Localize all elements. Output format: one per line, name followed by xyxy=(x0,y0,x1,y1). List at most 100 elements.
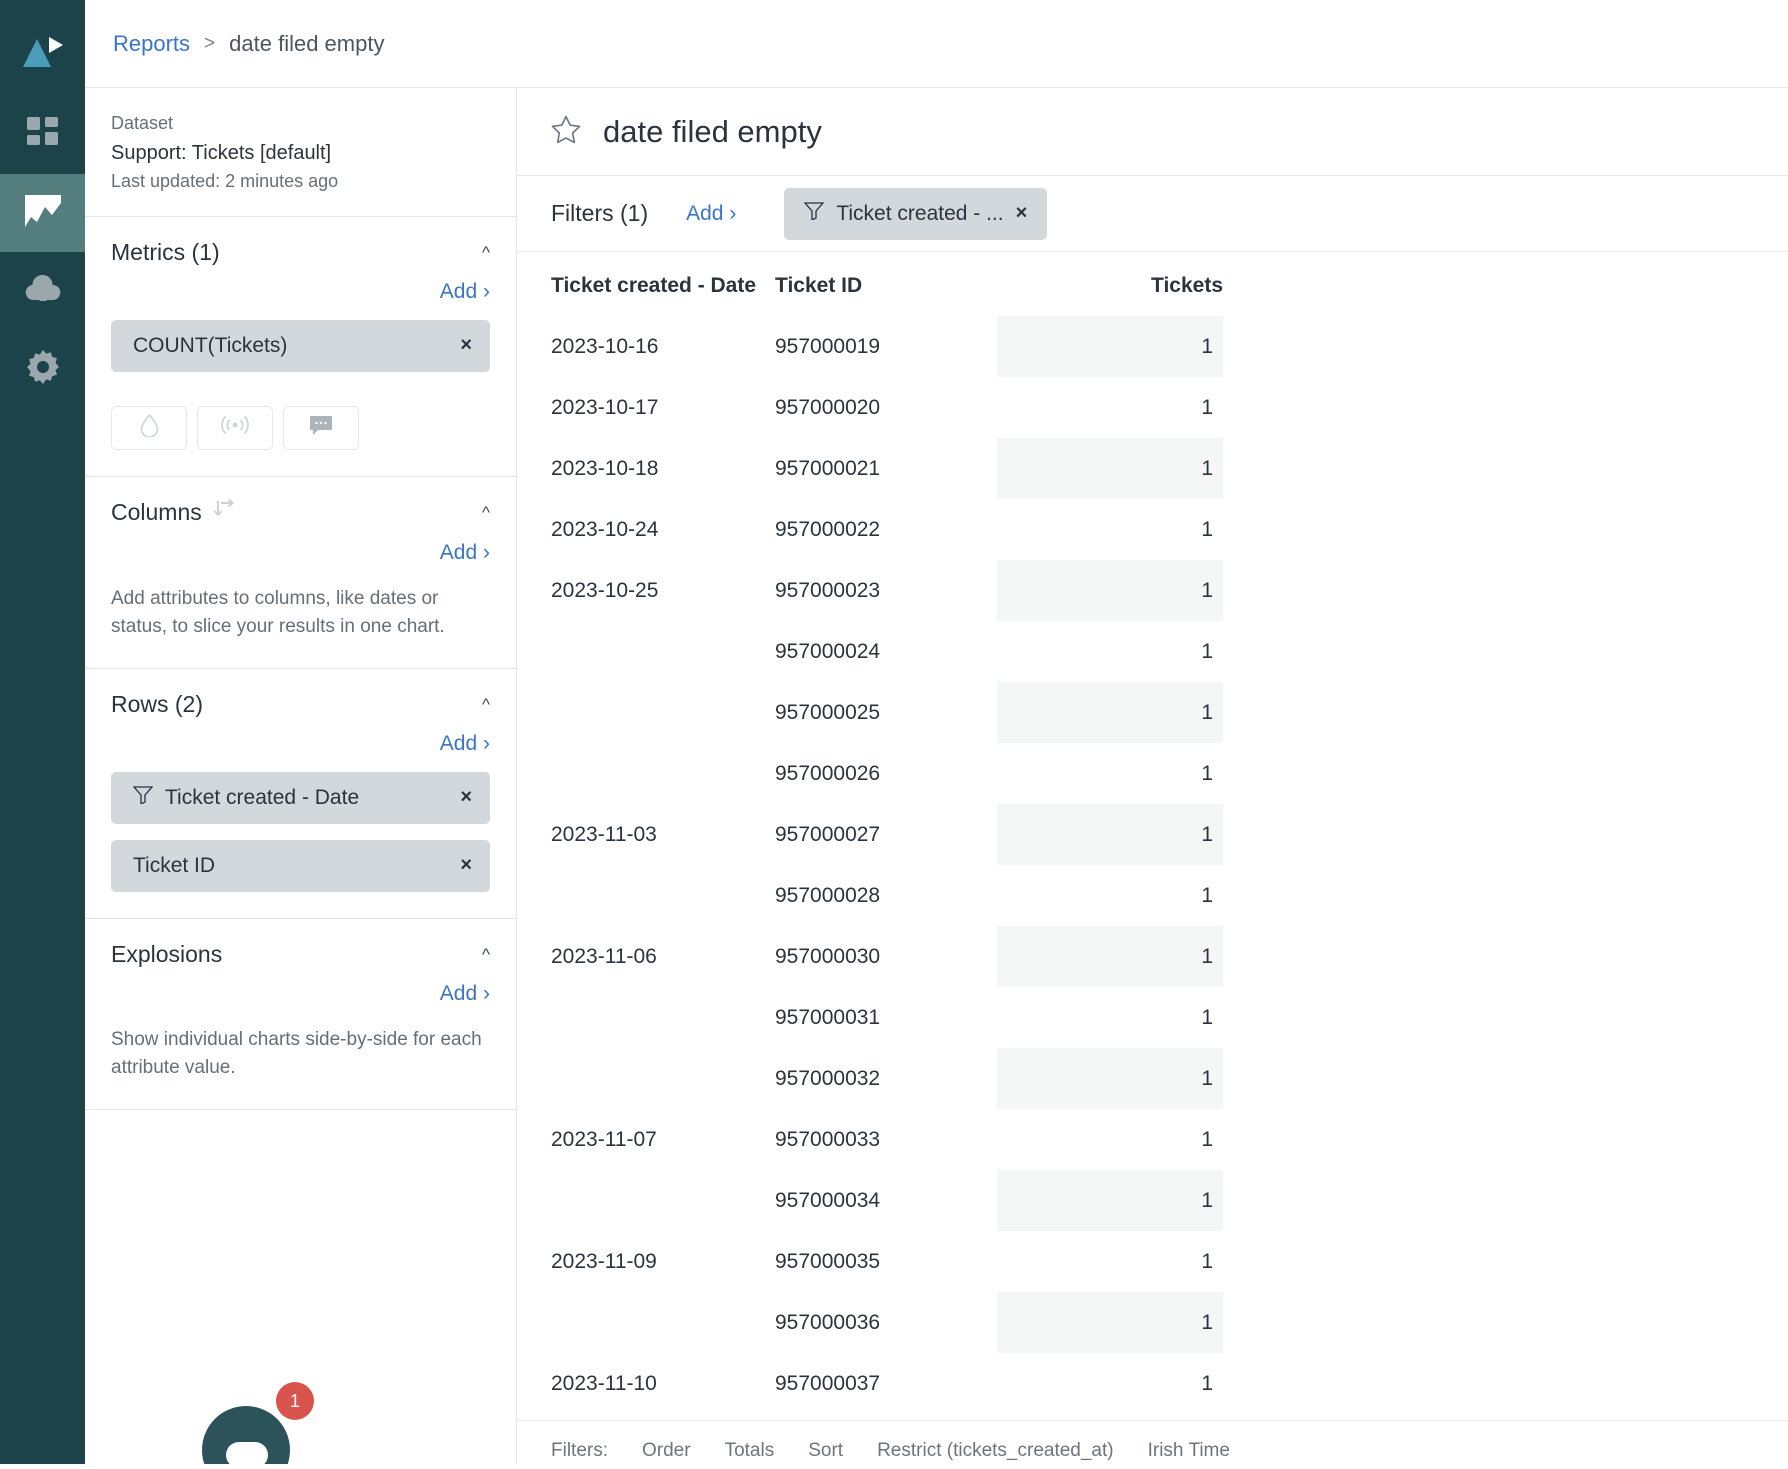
filters-add-button[interactable]: Add › xyxy=(686,202,736,226)
status-bar-item[interactable]: Irish Time xyxy=(1148,1440,1230,1462)
chevron-up-icon[interactable]: ^ xyxy=(482,946,490,963)
cell-ticket-id: 957000026 xyxy=(775,761,881,785)
cell-date: 2023-10-17 xyxy=(551,395,659,419)
cell-ticket-id: 957000025 xyxy=(775,700,881,724)
status-bar-item[interactable]: Sort xyxy=(808,1440,843,1462)
metric-chip[interactable]: COUNT(Tickets) × xyxy=(111,319,490,372)
cell-ticket-id: 957000034 xyxy=(775,1188,881,1212)
broadcast-button[interactable] xyxy=(197,405,273,450)
table-header-row: Ticket created - Date Ticket ID Tickets xyxy=(551,252,1223,316)
filter-chip-ticket-created[interactable]: Ticket created - ... × xyxy=(784,187,1048,240)
chevron-up-icon[interactable]: ^ xyxy=(482,504,490,521)
columns-hint: Add attributes to columns, like dates or… xyxy=(111,587,445,638)
close-icon[interactable]: × xyxy=(460,854,472,877)
chevron-up-icon[interactable]: ^ xyxy=(482,244,490,261)
table-row[interactable]: 2023-11-09 957000035 1 xyxy=(551,1231,1223,1292)
droplet-button[interactable] xyxy=(111,405,187,450)
table-row[interactable]: 957000026 1 xyxy=(551,743,1223,804)
sidebar-item-uploads[interactable] xyxy=(0,252,85,330)
status-bar-item[interactable]: Order xyxy=(642,1440,691,1462)
table-row[interactable]: 2023-10-18 957000021 1 xyxy=(551,438,1223,499)
cell-tickets-value: 1 xyxy=(997,438,1223,499)
cloud-upload-icon xyxy=(24,274,62,309)
table-row[interactable]: 2023-11-10 957000037 1 xyxy=(551,1353,1223,1414)
column-header-ticket-id[interactable]: Ticket ID xyxy=(775,252,997,316)
status-bar-item[interactable]: Totals xyxy=(725,1440,775,1462)
cell-date xyxy=(551,743,775,804)
cell-ticket-id: 957000021 xyxy=(775,456,881,480)
table-row[interactable]: 957000028 1 xyxy=(551,865,1223,926)
body-row: Dataset Support: Tickets [default] Last … xyxy=(85,88,1788,1469)
rows-title: Rows (2) xyxy=(111,690,204,717)
dataset-block[interactable]: Dataset Support: Tickets [default] Last … xyxy=(85,88,516,217)
table-row[interactable]: 957000025 1 xyxy=(551,682,1223,743)
chat-unread-badge: 1 xyxy=(276,1382,314,1420)
app-logo[interactable] xyxy=(0,16,85,88)
columns-section: Columns ^ Add › Add attributes to column… xyxy=(85,477,516,669)
columns-add-button[interactable]: Add › xyxy=(111,541,490,565)
star-outline-icon[interactable] xyxy=(551,115,581,149)
main-area: Reports > date filed empty Dataset Suppo… xyxy=(85,0,1788,1469)
table-row[interactable]: 957000031 1 xyxy=(551,987,1223,1048)
breadcrumb-separator: > xyxy=(204,32,216,54)
column-header-date[interactable]: Ticket created - Date xyxy=(551,252,775,316)
status-bar-item[interactable]: Restrict (tickets_created_at) xyxy=(877,1440,1114,1462)
status-bar: Filters: Order Totals Sort Restrict (tickets… xyxy=(517,1420,1788,1464)
cell-tickets-value: 1 xyxy=(997,926,1223,987)
cell-tickets-value: 1 xyxy=(1201,395,1213,419)
table-row[interactable]: 957000036 1 xyxy=(551,1292,1223,1353)
chevron-up-icon[interactable]: ^ xyxy=(482,696,490,713)
cell-tickets-value: 1 xyxy=(1201,517,1213,541)
table-row[interactable]: 957000024 1 xyxy=(551,621,1223,682)
comment-button[interactable] xyxy=(283,405,359,450)
cell-tickets-value: 1 xyxy=(1201,883,1213,907)
droplet-icon xyxy=(140,413,159,442)
row-chip-id[interactable]: Ticket ID × xyxy=(111,839,490,892)
breadcrumb-reports-link[interactable]: Reports xyxy=(113,31,190,57)
cell-ticket-id: 957000035 xyxy=(775,1249,881,1273)
cell-date xyxy=(551,1292,775,1353)
table-row[interactable]: 2023-10-16 957000019 1 xyxy=(551,316,1223,377)
table-row[interactable]: 2023-10-17 957000020 1 xyxy=(551,377,1223,438)
explosions-add-button[interactable]: Add › xyxy=(111,982,490,1006)
cell-date xyxy=(551,621,775,682)
table-row[interactable]: 2023-10-24 957000022 1 xyxy=(551,499,1223,560)
row-chip-date[interactable]: Ticket created - Date × xyxy=(111,771,490,824)
metric-tool-buttons xyxy=(111,405,490,450)
close-icon[interactable]: × xyxy=(1016,202,1028,225)
filters-bar: Filters (1) Add › Ticket created - ... × xyxy=(517,176,1788,252)
dataset-updated: Last updated: 2 minutes ago xyxy=(111,170,339,191)
row-chip-id-label: Ticket ID xyxy=(133,853,216,877)
cell-tickets-value: 1 xyxy=(997,1170,1223,1231)
sidebar-item-reports[interactable] xyxy=(0,174,85,252)
table-row[interactable]: 2023-10-25 957000023 1 xyxy=(551,560,1223,621)
cell-date: 2023-10-16 xyxy=(551,334,659,358)
cell-date: 2023-10-18 xyxy=(551,456,659,480)
cell-date: 2023-10-25 xyxy=(551,578,659,602)
transpose-icon[interactable] xyxy=(212,498,236,527)
chat-widget-button[interactable]: 1 xyxy=(198,1380,320,1469)
table-row[interactable]: 2023-11-07 957000033 1 xyxy=(551,1109,1223,1170)
table-row[interactable]: 2023-11-06 957000030 1 xyxy=(551,926,1223,987)
metrics-add-button[interactable]: Add › xyxy=(111,280,490,304)
column-header-tickets[interactable]: Tickets xyxy=(997,252,1223,316)
cell-tickets-value: 1 xyxy=(997,804,1223,865)
table-row[interactable]: 957000032 1 xyxy=(551,1048,1223,1109)
cell-date: 2023-11-10 xyxy=(551,1371,657,1395)
dataset-name: Support: Tickets [default] xyxy=(111,141,332,164)
table-row[interactable]: 2023-11-03 957000027 1 xyxy=(551,804,1223,865)
sidebar-item-dashboards[interactable] xyxy=(0,96,85,174)
sidebar-item-settings[interactable] xyxy=(0,330,85,408)
table-body: 2023-10-16 957000019 1 2023-10-17 957000020 1… xyxy=(551,316,1223,1414)
cell-tickets-value: 1 xyxy=(997,1048,1223,1109)
table-row[interactable]: 957000034 1 xyxy=(551,1170,1223,1231)
cell-date xyxy=(551,682,775,743)
gear-icon xyxy=(26,349,60,389)
close-icon[interactable]: × xyxy=(460,334,472,357)
rows-add-button[interactable]: Add › xyxy=(111,732,490,756)
app-root: Reports > date filed empty Dataset Suppo… xyxy=(0,0,1788,1469)
explosions-hint: Show individual charts side-by-side for … xyxy=(111,1028,482,1079)
close-icon[interactable]: × xyxy=(460,786,472,809)
cell-date xyxy=(551,1170,775,1231)
report-area: date filed empty Filters (1) Add › Ticke… xyxy=(517,88,1788,1464)
